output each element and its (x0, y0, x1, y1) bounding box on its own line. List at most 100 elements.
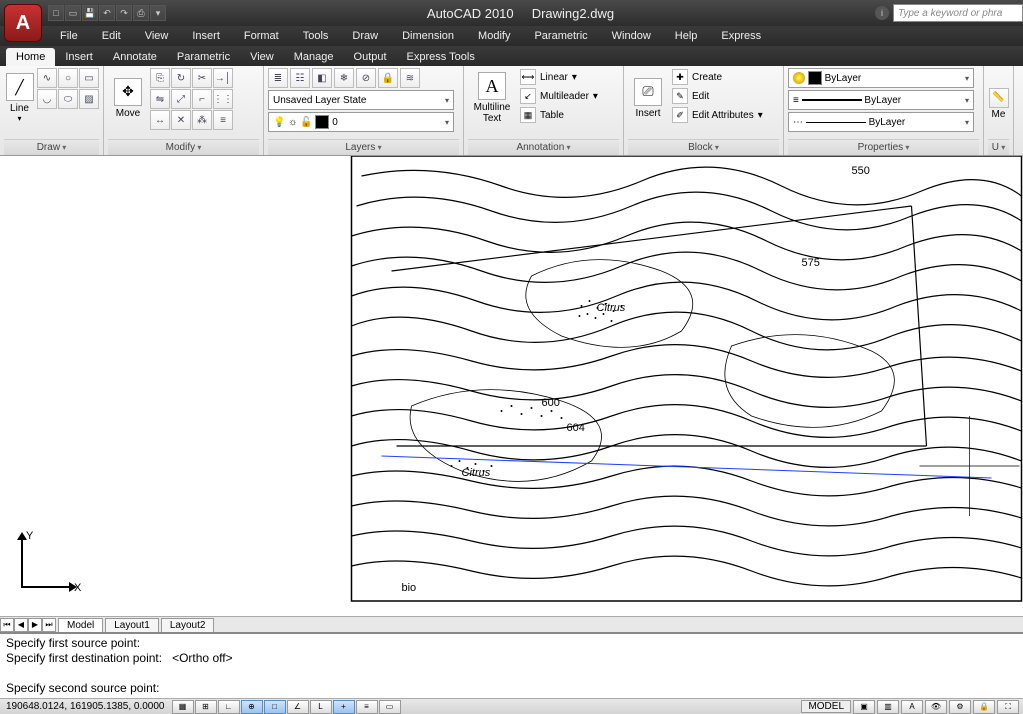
qat-dropdown-icon[interactable]: ▾ (150, 5, 166, 21)
menu-express[interactable]: Express (709, 28, 773, 44)
layer-iso-icon[interactable]: ◧ (312, 68, 332, 88)
polar-toggle[interactable]: ⊕ (241, 700, 263, 714)
mtext-button[interactable]: A Multiline Text (468, 68, 516, 128)
menu-help[interactable]: Help (663, 28, 710, 44)
annovis-icon[interactable]: 👁 (925, 700, 947, 714)
layer-freeze-icon[interactable]: ❄ (334, 68, 354, 88)
ducs-toggle[interactable]: L (310, 700, 332, 714)
coordinates-readout[interactable]: 190648.0124, 161905.1385, 0.0000 (0, 701, 171, 712)
move-button[interactable]: ✥ Move (108, 68, 148, 128)
circle-icon[interactable]: ○ (58, 68, 78, 88)
quickview-layouts-icon[interactable]: ▣ (853, 700, 875, 714)
panel-utilities-title[interactable]: U (988, 139, 1009, 155)
tab-parametric[interactable]: Parametric (167, 48, 240, 66)
infocenter-icon[interactable]: i (875, 6, 889, 20)
stretch-icon[interactable]: ↔ (150, 110, 170, 130)
qat-new-icon[interactable]: □ (48, 5, 64, 21)
menu-file[interactable]: File (48, 28, 90, 44)
panel-draw-title[interactable]: Draw (4, 139, 99, 155)
menu-insert[interactable]: Insert (180, 28, 232, 44)
panel-layers-title[interactable]: Layers (268, 139, 459, 155)
erase-icon[interactable]: ✕ (171, 110, 191, 130)
menu-parametric[interactable]: Parametric (522, 28, 599, 44)
menu-tools[interactable]: Tools (291, 28, 341, 44)
offset-icon[interactable]: ≡ (213, 110, 233, 130)
multileader-button[interactable]: ↙Multileader ▾ (518, 87, 600, 105)
explode-icon[interactable]: ⁂ (192, 110, 212, 130)
block-create-button[interactable]: ✚Create (670, 68, 765, 86)
tab-annotate[interactable]: Annotate (103, 48, 167, 66)
layout-nav-first-icon[interactable]: ⏮ (0, 618, 14, 632)
search-input[interactable]: Type a keyword or phra (893, 4, 1023, 22)
arc-icon[interactable]: ◡ (37, 89, 57, 109)
qat-save-icon[interactable]: 💾 (82, 5, 98, 21)
ellipse-icon[interactable]: ⬭ (58, 89, 78, 109)
snap-toggle[interactable]: ▦ (172, 700, 194, 714)
layout-nav-prev-icon[interactable]: ◀ (14, 618, 28, 632)
model-space-toggle[interactable]: MODEL (801, 700, 851, 713)
tab-manage[interactable]: Manage (284, 48, 344, 66)
color-dropdown[interactable]: ByLayer (788, 68, 974, 88)
table-button[interactable]: ▦Table (518, 106, 600, 124)
layer-state-dropdown[interactable]: Unsaved Layer State (268, 90, 454, 110)
qat-redo-icon[interactable]: ↷ (116, 5, 132, 21)
lwt-toggle[interactable]: ≡ (356, 700, 378, 714)
measure-icon[interactable]: 📏 (989, 88, 1009, 108)
fillet-icon[interactable]: ⌐ (192, 89, 212, 109)
clean-screen-icon[interactable]: ⛶ (997, 700, 1019, 714)
layout-nav-last-icon[interactable]: ⏭ (42, 618, 56, 632)
menu-view[interactable]: View (133, 28, 181, 44)
panel-block-title[interactable]: Block (628, 139, 779, 155)
layout-nav-next-icon[interactable]: ▶ (28, 618, 42, 632)
tab-layout1[interactable]: Layout1 (105, 618, 159, 632)
qat-open-icon[interactable]: ▭ (65, 5, 81, 21)
drawing-canvas[interactable]: 550 575 600 604 Citrus Citrus bio Y X (0, 156, 1023, 616)
lineweight-dropdown[interactable]: ≡ ByLayer (788, 90, 974, 110)
rectangle-icon[interactable]: ▭ (79, 68, 99, 88)
ortho-toggle[interactable]: ∟ (218, 700, 240, 714)
scale-icon[interactable]: ⤢ (171, 89, 191, 109)
line-button[interactable]: ╱ Line ▾ (4, 68, 35, 128)
dim-linear-button[interactable]: ⟷Linear ▾ (518, 68, 600, 86)
insert-block-button[interactable]: ⎚ Insert (628, 68, 668, 128)
menu-window[interactable]: Window (600, 28, 663, 44)
panel-annotation-title[interactable]: Annotation (468, 139, 619, 155)
panel-modify-title[interactable]: Modify (108, 139, 259, 155)
app-menu-button[interactable]: A (4, 4, 42, 42)
panel-properties-title[interactable]: Properties (788, 139, 979, 155)
quickview-drawings-icon[interactable]: ▥ (877, 700, 899, 714)
qp-toggle[interactable]: ▭ (379, 700, 401, 714)
linetype-dropdown[interactable]: ⋯ ByLayer (788, 112, 974, 132)
polyline-icon[interactable]: ∿ (37, 68, 57, 88)
block-editattr-button[interactable]: ✐Edit Attributes ▾ (670, 106, 765, 124)
extend-icon[interactable]: →│ (213, 68, 233, 88)
otrack-toggle[interactable]: ∠ (287, 700, 309, 714)
layer-lock-icon[interactable]: 🔒 (378, 68, 398, 88)
block-edit-button[interactable]: ✎Edit (670, 87, 765, 105)
line-dropdown-icon[interactable]: ▾ (17, 114, 21, 123)
workspace-icon[interactable]: ⚙ (949, 700, 971, 714)
menu-format[interactable]: Format (232, 28, 291, 44)
menu-edit[interactable]: Edit (90, 28, 133, 44)
tab-insert[interactable]: Insert (55, 48, 103, 66)
trim-icon[interactable]: ✂ (192, 68, 212, 88)
tab-layout2[interactable]: Layout2 (161, 618, 215, 632)
layer-states-icon[interactable]: ☷ (290, 68, 310, 88)
dyn-toggle[interactable]: + (333, 700, 355, 714)
array-icon[interactable]: ⋮⋮ (213, 89, 233, 109)
menu-modify[interactable]: Modify (466, 28, 522, 44)
layer-properties-icon[interactable]: ≣ (268, 68, 288, 88)
layer-dropdown[interactable]: 💡 ☼ 🔓 0 (268, 112, 454, 132)
tab-home[interactable]: Home (6, 48, 55, 66)
tab-model[interactable]: Model (58, 618, 103, 632)
tab-express-tools[interactable]: Express Tools (397, 48, 485, 66)
grid-toggle[interactable]: ⊞ (195, 700, 217, 714)
copy-icon[interactable]: ⎘ (150, 68, 170, 88)
tab-output[interactable]: Output (344, 48, 397, 66)
qat-print-icon[interactable]: ⎙ (133, 5, 149, 21)
toolbar-lock-icon[interactable]: 🔒 (973, 700, 995, 714)
rotate-icon[interactable]: ↻ (171, 68, 191, 88)
layer-match-icon[interactable]: ≋ (400, 68, 420, 88)
hatch-icon[interactable]: ▨ (79, 89, 99, 109)
mirror-icon[interactable]: ⇋ (150, 89, 170, 109)
